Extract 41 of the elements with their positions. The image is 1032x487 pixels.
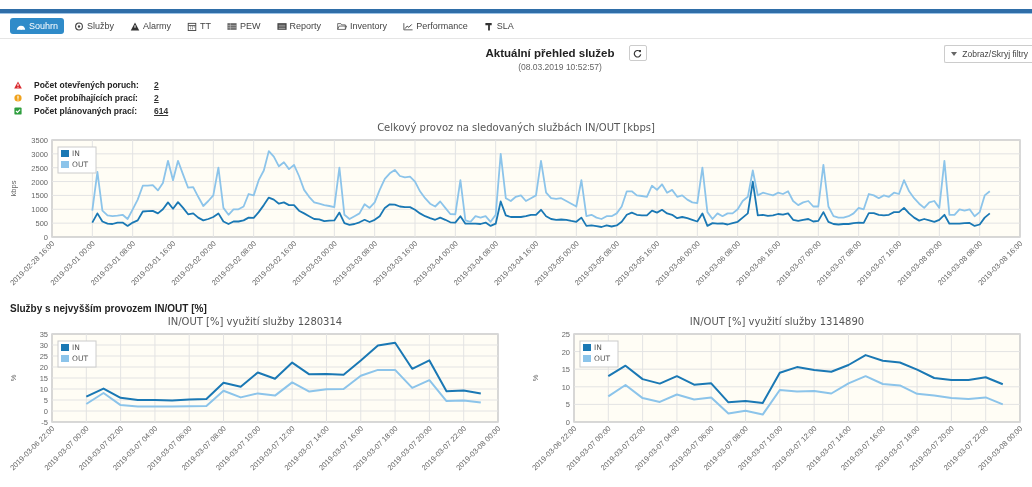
section-heading: Služby s nejvyšším provozem IN/OUT [%] <box>9 303 208 314</box>
nav-tab[interactable]: Služby <box>68 18 121 34</box>
chart-title: IN/OUT [%] využití služby 1280314 <box>166 316 344 329</box>
line-chart-icon <box>403 21 414 31</box>
refresh-icon <box>633 48 643 58</box>
warning-icon <box>14 80 22 89</box>
alert-icon <box>14 93 22 102</box>
warning-icon <box>130 21 141 31</box>
filter-toggle-button[interactable]: Zobraz/Skryj filtry <box>944 45 1032 63</box>
legend-swatch <box>61 344 69 351</box>
caret-icon <box>951 52 958 56</box>
stat-label: Počet probíhajících prací: <box>34 92 139 103</box>
checkbox-icon <box>14 106 22 115</box>
stat-value-link[interactable]: 2 <box>154 79 159 90</box>
nav-tab[interactable]: PEW <box>221 18 267 34</box>
nav-tab[interactable]: Performance <box>397 18 474 34</box>
stat-value-link[interactable]: 2 <box>154 92 159 103</box>
calendar-icon <box>187 21 198 31</box>
chart-title: Celkový provoz na sledovaných službách IN/OUT [kbps] <box>376 122 656 135</box>
nav-tab[interactable]: Alarmy <box>124 18 178 34</box>
legend-swatch <box>583 355 591 362</box>
legend-swatch <box>61 355 69 362</box>
page-title: Aktuální přehled služeb <box>485 47 615 59</box>
table-icon <box>227 21 238 31</box>
legend-swatch <box>61 150 69 157</box>
stat-label: Počet plánovaných prací: <box>34 105 138 116</box>
disc-icon <box>74 21 85 31</box>
timestamp: (08.03.2019 10:52:57) <box>518 62 602 72</box>
chart-title: IN/OUT [%] využití služby 1314890 <box>688 316 866 329</box>
nav-tab[interactable]: Reporty <box>270 18 328 34</box>
nav-tab[interactable]: Souhrn <box>10 18 65 34</box>
legend-swatch <box>583 344 591 351</box>
folder-icon <box>337 21 348 31</box>
nav-tab[interactable]: Inventory <box>331 18 394 34</box>
stat-label: Počet otevřených poruch: <box>34 79 140 90</box>
nav-tab[interactable]: SLA <box>477 18 520 34</box>
list-icon <box>276 21 287 31</box>
stat-value-link[interactable]: 614 <box>154 105 169 116</box>
legend-swatch <box>61 161 69 168</box>
refresh-button[interactable] <box>628 45 647 61</box>
nav-tab[interactable]: TT <box>181 18 218 34</box>
